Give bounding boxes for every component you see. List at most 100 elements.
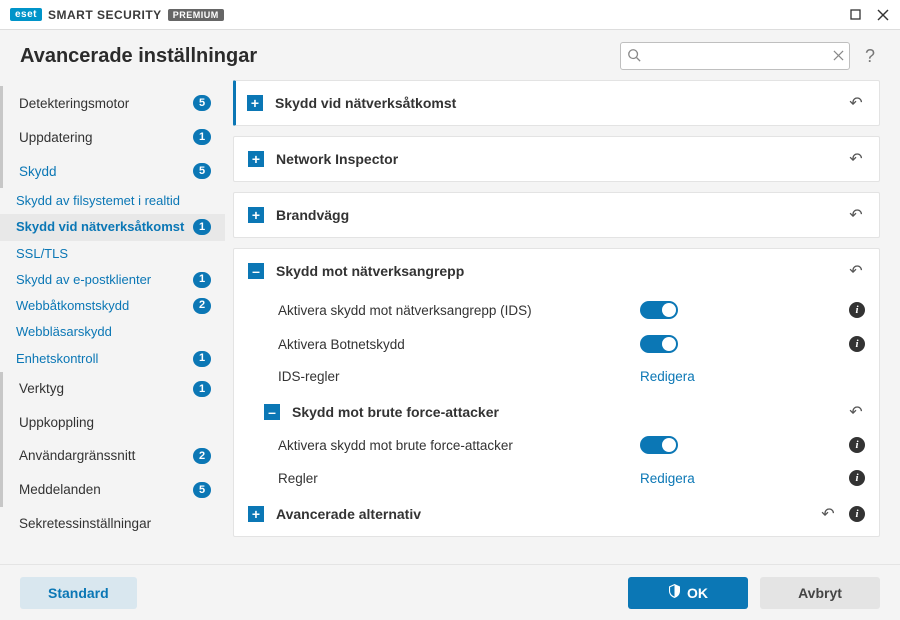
subheader-bruteforce[interactable]: – Skydd mot brute force-attacker ↶ [248, 392, 865, 428]
brand: eset SMART SECURITY PREMIUM [10, 8, 224, 22]
window-controls [848, 8, 890, 22]
sidebar-item-skydd[interactable]: Skydd 5 [0, 154, 225, 188]
panel-net-attack: – Skydd mot nätverksangrepp ↶ Aktivera s… [233, 248, 880, 537]
panel-body: Aktivera skydd mot nätverksangrepp (IDS)… [234, 293, 879, 536]
shield-icon [668, 584, 681, 601]
sidebar-badge: 5 [193, 95, 211, 111]
panel-firewall: + Brandvägg ↶ [233, 192, 880, 238]
sidebar: Detekteringsmotor 5 Uppdatering 1 Skydd … [0, 80, 225, 564]
reset-icon[interactable]: ↶ [847, 402, 865, 422]
expand-icon[interactable]: + [247, 95, 263, 111]
edit-link[interactable]: Redigera [640, 471, 695, 486]
expand-icon[interactable]: + [248, 506, 264, 522]
sidebar-item-label: Meddelanden [19, 482, 185, 497]
default-button[interactable]: Standard [20, 577, 137, 609]
toggle-bruteforce[interactable] [640, 436, 678, 454]
sidebar-sub-browser[interactable]: Webbläsarskydd [0, 319, 225, 345]
sidebar-item-label: Detekteringsmotor [19, 96, 185, 111]
sidebar-sub-ssl[interactable]: SSL/TLS [0, 241, 225, 267]
row-ids-rules: IDS-regler Redigera [248, 361, 865, 392]
sidebar-badge: 1 [193, 381, 211, 397]
sidebar-item-detection[interactable]: Detekteringsmotor 5 [0, 86, 225, 120]
row-bf-rules: Regler Redigera i [248, 462, 865, 494]
sidebar-item-label: Användargränssnitt [19, 448, 185, 463]
clear-search-icon[interactable] [827, 49, 849, 64]
panel-header[interactable]: + Brandvägg ↶ [234, 193, 879, 237]
panel-title: Network Inspector [276, 151, 398, 167]
sidebar-item-tools[interactable]: Verktyg 1 [0, 372, 225, 406]
reset-icon[interactable]: ↶ [847, 149, 865, 169]
reset-icon[interactable]: ↶ [847, 93, 865, 113]
sub-title: Avancerade alternativ [276, 506, 807, 522]
sidebar-item-messages[interactable]: Meddelanden 5 [0, 473, 225, 507]
brand-name: SMART SECURITY [48, 8, 162, 22]
sidebar-badge: 1 [193, 272, 211, 288]
sidebar-sub-label: SSL/TLS [16, 246, 211, 262]
row-label: Regler [278, 471, 628, 486]
cancel-button[interactable]: Avbryt [760, 577, 880, 609]
info-icon[interactable]: i [849, 336, 865, 352]
collapse-icon[interactable]: – [248, 263, 264, 279]
edit-link[interactable]: Redigera [640, 369, 695, 384]
toggle-botnet[interactable] [640, 335, 678, 353]
sidebar-item-label: Skydd [19, 164, 185, 179]
sidebar-badge: 5 [193, 163, 211, 179]
sidebar-badge: 1 [193, 219, 211, 235]
sidebar-sub-device[interactable]: Enhetskontroll 1 [0, 346, 225, 372]
reset-icon[interactable]: ↶ [847, 261, 865, 281]
reset-icon[interactable]: ↶ [847, 205, 865, 225]
content-area: + Skydd vid nätverksåtkomst ↶ + Network … [225, 80, 900, 564]
search-input[interactable] [647, 43, 827, 69]
info-icon[interactable]: i [849, 506, 865, 522]
reset-icon[interactable]: ↶ [819, 504, 837, 524]
subheader-advanced[interactable]: + Avancerade alternativ ↶ i [248, 494, 865, 530]
ok-label: OK [687, 585, 708, 601]
search-box[interactable] [620, 42, 850, 70]
sidebar-sub-email[interactable]: Skydd av e-postklienter 1 [0, 267, 225, 293]
info-icon[interactable]: i [849, 302, 865, 318]
sidebar-item-update[interactable]: Uppdatering 1 [0, 120, 225, 154]
sidebar-sub-label: Enhetskontroll [16, 351, 185, 367]
sidebar-item-label: Sekretessinställningar [19, 516, 211, 531]
collapse-icon[interactable]: – [264, 404, 280, 420]
sidebar-sub-rtfs[interactable]: Skydd av filsystemet i realtid [0, 188, 225, 214]
ok-button[interactable]: OK [628, 577, 748, 609]
sidebar-item-ui[interactable]: Användargränssnitt 2 [0, 439, 225, 473]
panel-title: Skydd mot nätverksangrepp [276, 263, 464, 279]
expand-icon[interactable]: + [248, 207, 264, 223]
brand-tier-badge: PREMIUM [168, 9, 224, 21]
row-botnet-enable: Aktivera Botnetskydd i [248, 327, 865, 361]
toggle-ids[interactable] [640, 301, 678, 319]
sidebar-sub-label: Skydd vid nätverksåtkomst [16, 219, 185, 235]
row-ids-enable: Aktivera skydd mot nätverksangrepp (IDS)… [248, 293, 865, 327]
panel-header[interactable]: + Skydd vid nätverksåtkomst ↶ [236, 81, 879, 125]
panel-net-access: + Skydd vid nätverksåtkomst ↶ [233, 80, 880, 126]
expand-icon[interactable]: + [248, 151, 264, 167]
sidebar-sub-label: Webbåtkomstskydd [16, 298, 185, 314]
info-icon[interactable]: i [849, 470, 865, 486]
info-icon[interactable]: i [849, 437, 865, 453]
panel-title: Skydd vid nätverksåtkomst [275, 95, 456, 111]
sidebar-badge: 2 [193, 448, 211, 464]
row-bf-enable: Aktivera skydd mot brute force-attacker … [248, 428, 865, 462]
close-button[interactable] [876, 8, 890, 22]
sidebar-item-privacy[interactable]: Sekretessinställningar [0, 507, 225, 540]
panel-net-inspector: + Network Inspector ↶ [233, 136, 880, 182]
sidebar-sub-webaccess[interactable]: Webbåtkomstskydd 2 [0, 293, 225, 319]
panel-header[interactable]: – Skydd mot nätverksangrepp ↶ [234, 249, 879, 293]
page-title: Avancerade inställningar [20, 45, 257, 68]
sidebar-sub-net-access[interactable]: Skydd vid nätverksåtkomst 1 [0, 214, 225, 240]
maximize-button[interactable] [848, 8, 862, 22]
panel-header[interactable]: + Network Inspector ↶ [234, 137, 879, 181]
help-icon[interactable]: ? [860, 46, 880, 67]
sidebar-item-connection[interactable]: Uppkoppling [0, 406, 225, 439]
row-label: Aktivera Botnetskydd [278, 337, 628, 352]
sidebar-item-label: Uppkoppling [19, 415, 211, 430]
row-label: Aktivera skydd mot nätverksangrepp (IDS) [278, 303, 628, 318]
sidebar-item-label: Verktyg [19, 381, 185, 396]
page-header: Avancerade inställningar ? [0, 30, 900, 80]
titlebar: eset SMART SECURITY PREMIUM [0, 0, 900, 30]
sidebar-badge: 1 [193, 129, 211, 145]
sidebar-skydd-sublist: Skydd av filsystemet i realtid Skydd vid… [0, 188, 225, 372]
brand-logo: eset [10, 8, 42, 21]
